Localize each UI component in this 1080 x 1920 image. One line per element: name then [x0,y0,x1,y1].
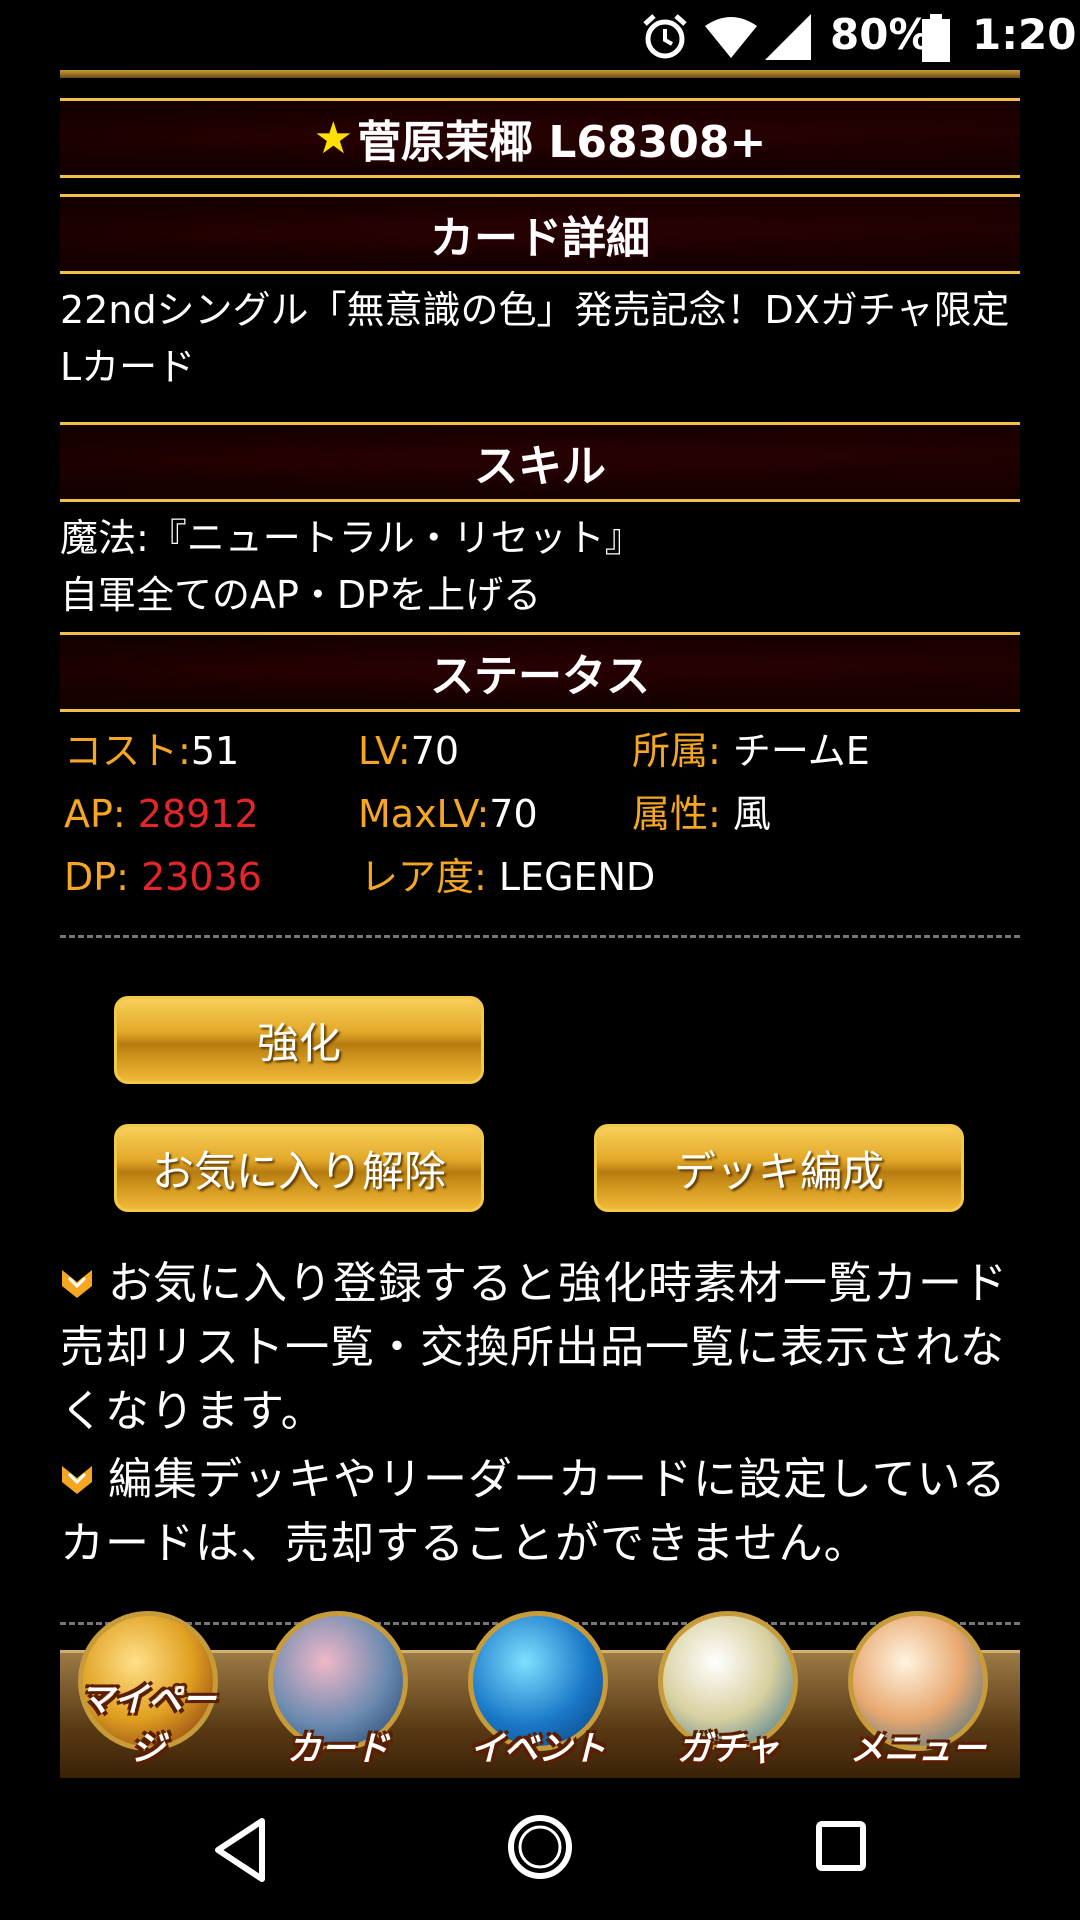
nav-event[interactable]: イベント [458,1611,618,1776]
nav-menu[interactable]: メニュー [838,1611,998,1776]
top-frame-divider [60,70,1020,78]
stat-dp-label: DP: [64,855,129,899]
stat-rarity-value: LEGEND [486,855,656,899]
stat-lv-label: LV: [358,729,411,773]
skill-header: スキル [60,422,1020,502]
stat-cost-label: コスト: [64,729,191,773]
stat-affiliation-label: 所属: [632,729,721,773]
stat-cost-value: 51 [190,729,240,773]
system-nav-bar [0,1780,1080,1920]
stat-maxlv-value: 70 [489,792,538,836]
card-title: 菅原茉椰 L68308+ [357,117,767,168]
status-header: ステータス [60,632,1020,712]
stat-rarity: レア度: LEGEND [360,852,655,902]
skill-name: 魔法:『ニュートラル・リセット』 [60,516,643,560]
stat-ap-label: AP: [64,792,126,836]
note-deck: 編集デッキやリーダーカードに設定しているカードは、売却することができません。 [60,1448,1020,1576]
battery-icon [922,14,950,62]
star-icon: ★ [313,112,354,164]
stat-affiliation-value: チームE [720,729,870,773]
bullet-icon [62,1270,92,1298]
signal-icon [765,14,811,60]
nav-card[interactable]: カード [258,1611,418,1776]
recents-icon[interactable] [815,1820,867,1872]
stat-affiliation: 所属: チームE [632,726,870,776]
stat-ap: AP: 28912 [64,789,259,839]
detail-text: 22ndシングル「無意識の色」発売記念！DXガチャ限定Lカード [60,288,1010,389]
note-favorite-text: お気に入り登録すると強化時素材一覧カード売却リスト一覧・交換所出品一覧に表示され… [60,1258,1008,1437]
stat-maxlv: MaxLV:70 [358,789,538,839]
alarm-icon [643,14,687,59]
stat-dp: DP: 23036 [64,852,262,902]
stat-ap-value: 28912 [125,792,259,836]
stat-lv-value: 70 [410,729,460,773]
wifi-icon [705,17,757,58]
status-bar: 80% 1:20 [0,0,1080,75]
stat-attribute-value: 風 [720,792,771,836]
skill-header-label: スキル [474,441,606,492]
detail-header-label: カード詳細 [430,213,650,264]
nav-event-label: イベント [470,1729,606,1769]
home-icon[interactable] [505,1812,575,1882]
stat-attribute-label: 属性: [632,792,721,836]
stat-rarity-label: レア度: [360,855,487,899]
status-header-label: ステータス [430,651,650,702]
enhance-button[interactable]: 強化 [114,996,484,1084]
back-icon[interactable] [210,1815,270,1885]
stat-lv: LV:70 [358,726,459,776]
unfavorite-button[interactable]: お気に入り解除 [114,1124,484,1212]
card-title-band: ★ 菅原茉椰 L68308+ [60,98,1020,178]
nav-gacha-label: ガチャ [677,1729,779,1769]
stat-dp-value: 23036 [128,855,262,899]
nav-mypage[interactable]: マイページ [68,1611,228,1776]
divider [60,935,1020,938]
game-nav-bar: マイページ カード イベント ガチャ メニュー [60,1611,1020,1778]
skill-description: 自軍全てのAP・DPを上げる [60,573,542,617]
nav-gacha[interactable]: ガチャ [648,1611,808,1776]
nav-menu-label: メニュー [850,1729,986,1769]
stat-attribute: 属性: 風 [632,789,771,839]
note-deck-text: 編集デッキやリーダーカードに設定しているカードは、売却することができません。 [60,1454,1007,1569]
nav-card-label: カード [287,1729,389,1769]
stat-cost: コスト:51 [64,726,239,776]
detail-header: カード詳細 [60,194,1020,274]
deck-edit-button[interactable]: デッキ編成 [594,1124,964,1212]
battery-percent: 80% [830,10,931,59]
nav-mypage-label: マイページ [80,1680,216,1769]
note-favorite: お気に入り登録すると強化時素材一覧カード売却リスト一覧・交換所出品一覧に表示され… [60,1252,1020,1444]
bullet-icon [62,1466,92,1494]
stat-maxlv-label: MaxLV: [358,792,490,836]
clock: 1:20 [972,10,1077,59]
